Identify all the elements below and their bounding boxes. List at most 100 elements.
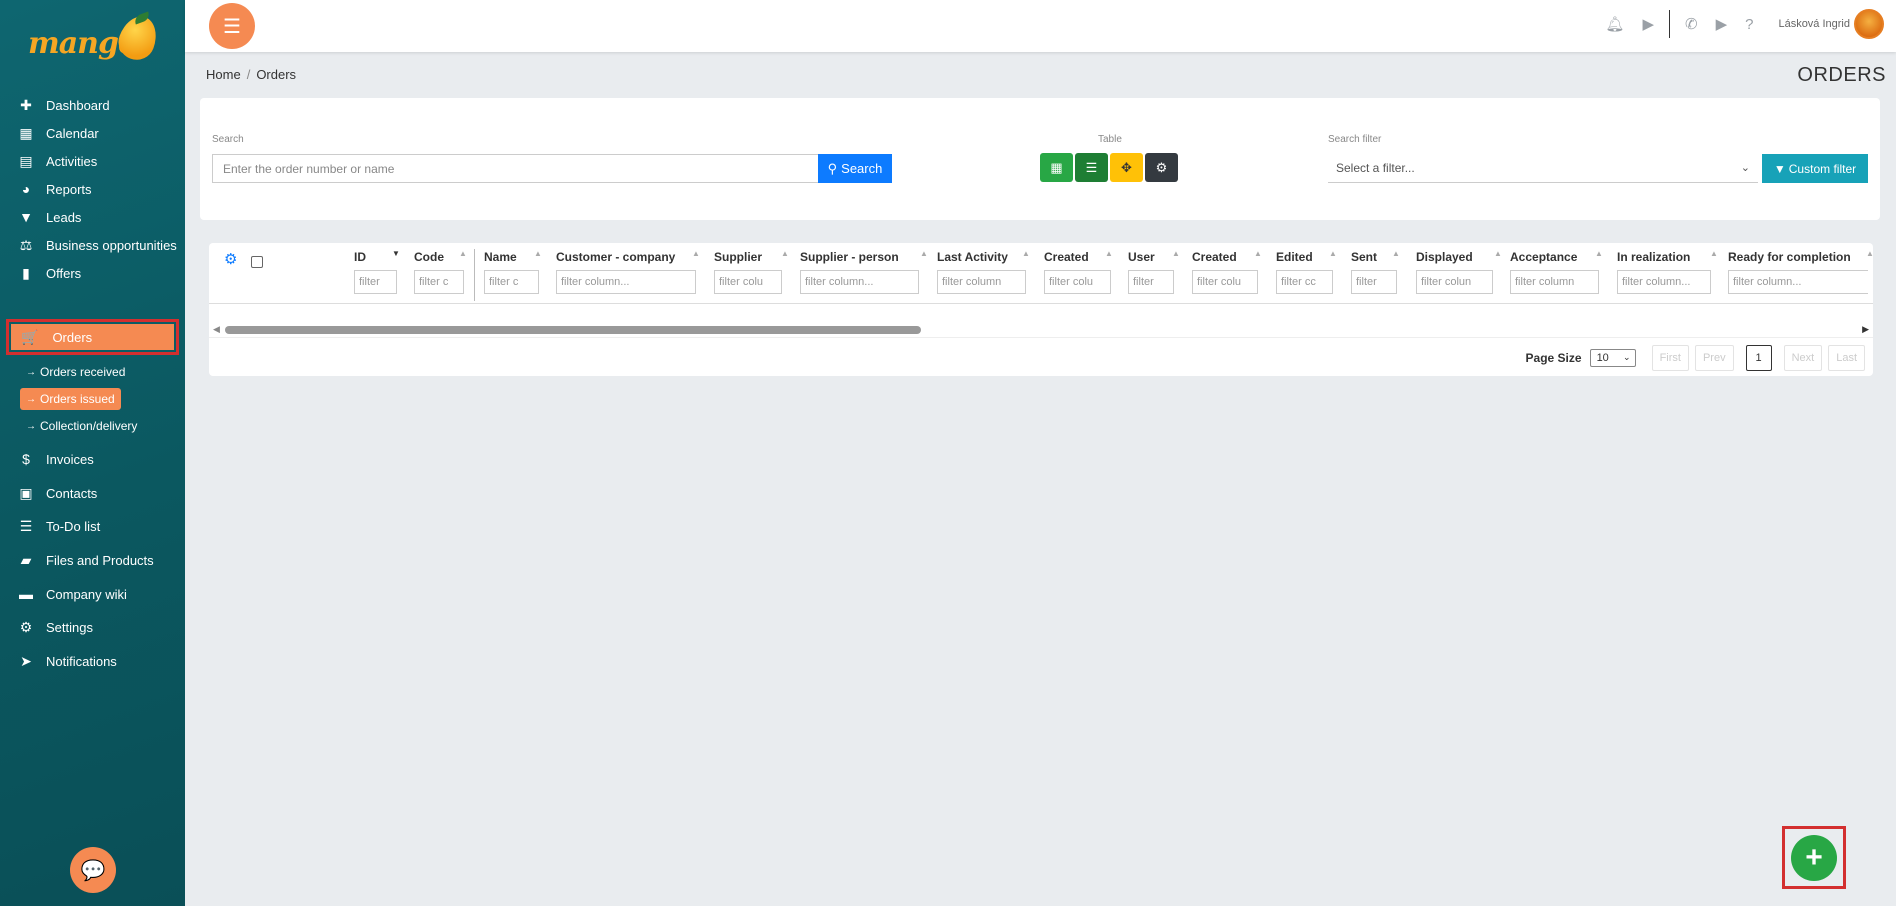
sort-icon[interactable]: ▲ (920, 249, 928, 258)
bell-icon[interactable]: 🔔︎ (1605, 15, 1624, 33)
last-page-button[interactable]: Last (1828, 345, 1865, 371)
sort-icon[interactable]: ▲ (1494, 249, 1502, 258)
filter-placeholder: filter column... (561, 276, 630, 288)
sidebar-item-offers[interactable]: ▮ Offers (0, 256, 81, 290)
prev-page-button[interactable]: Prev (1694, 345, 1734, 371)
column-filter-input[interactable]: filter colu (1192, 270, 1258, 294)
search-input[interactable]: Enter the order number or name (212, 154, 818, 183)
sidebar-item-contacts[interactable]: ▣ Contacts (0, 476, 97, 510)
sort-icon[interactable]: ▲ (1392, 249, 1400, 258)
column-header[interactable]: User (1128, 250, 1155, 264)
select-all-checkbox[interactable] (251, 256, 263, 268)
search-filter-select[interactable]: Select a filter... ⌄ (1328, 154, 1758, 183)
sidebar-subitem-orders-received[interactable]: → Orders received (20, 361, 131, 383)
column-filter-input[interactable]: filter colu (714, 270, 782, 294)
horizontal-scrollbar[interactable]: ◀ ▶ (213, 323, 1869, 335)
column-filter-input[interactable]: filter colu (1044, 270, 1111, 294)
current-page-button[interactable]: 1 (1745, 345, 1772, 371)
paper-plane-icon: ➤ (20, 652, 32, 669)
help-icon[interactable]: ? (1745, 16, 1753, 33)
sort-icon[interactable]: ▲ (781, 249, 789, 258)
column-header[interactable]: Last Activity (937, 250, 1008, 264)
logo[interactable]: mango (28, 11, 163, 70)
column-created: Created ▲ filter colu (1044, 243, 1113, 303)
sidebar-item-todo-list[interactable]: ☰ To-Do list (0, 509, 100, 543)
scrollbar-thumb[interactable] (225, 326, 921, 334)
column-filter-input[interactable]: filter cc (1276, 270, 1333, 294)
column-header[interactable]: Edited (1276, 250, 1313, 264)
table-settings-button[interactable]: ⚙ (1145, 153, 1178, 182)
column-header[interactable]: Sent (1351, 250, 1377, 264)
column-header[interactable]: Supplier - person (800, 250, 899, 264)
sort-icon[interactable]: ▲ (534, 249, 542, 258)
table-move-columns-button[interactable]: ✥ (1110, 153, 1143, 182)
column-header[interactable]: Created (1192, 250, 1237, 264)
orders-table: ⚙ ID ▼ filter Code ▲ filter c Name ▲ fil… (209, 243, 1874, 376)
sidebar-item-notifications[interactable]: ➤ Notifications (0, 644, 117, 678)
gears-icon: ⚙ (1155, 159, 1168, 175)
sort-icon[interactable]: ▲ (692, 249, 700, 258)
column-filter-input[interactable]: filter column (1510, 270, 1599, 294)
column-filter-input[interactable]: filter column... (1728, 270, 1868, 294)
column-settings-icon[interactable]: ⚙ (224, 250, 237, 268)
sort-icon[interactable]: ▲ (1595, 249, 1603, 258)
column-filter-input[interactable]: filter c (414, 270, 464, 294)
page-size-select[interactable]: 10 ⌄ (1589, 349, 1636, 367)
sort-icon[interactable]: ▲ (1866, 249, 1874, 258)
next-page-button[interactable]: Next (1783, 345, 1823, 371)
pagination: Page Size 10 ⌄ First Prev 1 Next Last (1526, 345, 1865, 371)
column-filter-input[interactable]: filter column... (556, 270, 696, 294)
column-header[interactable]: Supplier (714, 250, 762, 264)
user-name[interactable]: Lásková Ingrid (1778, 18, 1850, 30)
sort-icon[interactable]: ▲ (1710, 249, 1718, 258)
sort-icon[interactable]: ▲ (1254, 249, 1262, 258)
menu-toggle-button[interactable]: ☰ (209, 3, 255, 49)
sidebar-item-invoices[interactable]: $ Invoices (0, 442, 94, 476)
sidebar-item-company-wiki[interactable]: ▬ Company wiki (0, 577, 127, 611)
column-header[interactable]: Customer - company (556, 250, 675, 264)
sort-icon[interactable]: ▲ (1172, 249, 1180, 258)
sidebar-subitem-label: Collection/delivery (40, 419, 138, 433)
first-page-button[interactable]: First (1651, 345, 1689, 371)
table-list-view-button[interactable]: ☰ (1075, 153, 1108, 182)
phone-icon[interactable]: ✆ (1685, 15, 1698, 33)
sort-desc-icon[interactable]: ▼ (392, 249, 400, 258)
column-header[interactable]: Name (484, 250, 517, 264)
column-filter-input[interactable]: filter c (484, 270, 539, 294)
sidebar-item-settings[interactable]: ⚙ Settings (0, 610, 93, 644)
column-filter-input[interactable]: filter (1128, 270, 1174, 294)
custom-filter-button[interactable]: ▼ Custom filter (1762, 154, 1868, 183)
add-order-button[interactable]: + (1791, 834, 1837, 881)
sidebar-item-label: Offers (46, 265, 82, 281)
youtube-icon[interactable]: ▶︎ (1716, 15, 1728, 33)
column-header[interactable]: Code (414, 250, 444, 264)
sidebar-subitem-orders-issued[interactable]: → Orders issued (20, 388, 121, 410)
sort-icon[interactable]: ▲ (1329, 249, 1337, 258)
column-header[interactable]: Displayed (1416, 250, 1473, 264)
column-filter-input[interactable]: filter column... (1617, 270, 1711, 294)
avatar[interactable] (1854, 9, 1884, 39)
sidebar-subitem-collection-delivery[interactable]: → Collection/delivery (20, 415, 143, 437)
column-header[interactable]: Ready for completion (1728, 250, 1851, 264)
sort-icon[interactable]: ▲ (1022, 249, 1030, 258)
column-filter-input[interactable]: filter (1351, 270, 1397, 294)
column-filter-input[interactable]: filter column (937, 270, 1026, 294)
chat-button[interactable]: 💬 (70, 847, 116, 893)
column-filter-input[interactable]: filter colun (1416, 270, 1493, 294)
table-grid-view-button[interactable]: ▦ (1040, 153, 1073, 182)
sidebar-item-files-and-products[interactable]: ▰ Files and Products (0, 543, 154, 577)
scroll-left-icon[interactable]: ◀ (213, 324, 220, 335)
breadcrumb-home[interactable]: Home (206, 67, 241, 82)
column-filter-input[interactable]: filter (354, 270, 397, 294)
column-header[interactable]: In realization (1617, 250, 1690, 264)
sort-icon[interactable]: ▲ (459, 249, 467, 258)
play-icon[interactable]: ▶ (1642, 15, 1654, 33)
scroll-right-icon[interactable]: ▶ (1862, 324, 1869, 335)
sort-icon[interactable]: ▲ (1105, 249, 1113, 258)
column-header[interactable]: Acceptance (1510, 250, 1577, 264)
search-button[interactable]: ⚲ Search (818, 154, 892, 183)
column-header[interactable]: ID (354, 250, 366, 264)
column-filter-input[interactable]: filter column... (800, 270, 919, 294)
column-header[interactable]: Created (1044, 250, 1089, 264)
sidebar-item-orders[interactable]: 🛒 Orders (6, 319, 179, 355)
